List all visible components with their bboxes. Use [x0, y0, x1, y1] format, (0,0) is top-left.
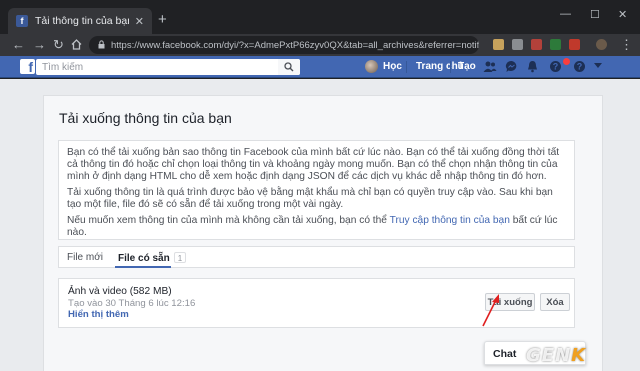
- address-bar[interactable]: https://www.facebook.com/dyi/?x=AdmePxtP…: [89, 36, 479, 54]
- divider: [450, 61, 451, 73]
- menu-dropdown-icon[interactable]: [594, 63, 602, 69]
- download-info-card: Tải xuống thông tin của bạn Bạn có thể t…: [43, 95, 603, 371]
- minimize-button[interactable]: —: [560, 8, 571, 20]
- file-count-badge: 1: [173, 252, 187, 263]
- info-paragraph: Nếu muốn xem thông tin của mình mà không…: [67, 215, 566, 239]
- extension-icon[interactable]: [512, 39, 523, 50]
- delete-button[interactable]: Xóa: [540, 293, 570, 311]
- divider: [406, 61, 407, 73]
- extension-icon[interactable]: [493, 39, 504, 50]
- access-your-info-link[interactable]: Truy cập thông tin của bạn: [390, 215, 510, 226]
- friends-icon[interactable]: [483, 60, 497, 73]
- tab-label: File có sẵn: [118, 253, 170, 264]
- browser-tab[interactable]: f Tải thông tin của bạn xuống ✕: [8, 8, 152, 34]
- extension-icon[interactable]: [569, 39, 580, 50]
- svg-text:?: ?: [577, 62, 583, 72]
- notifications-icon[interactable]: [526, 60, 539, 73]
- active-tab-indicator: [115, 266, 171, 268]
- info-box: Bạn có thể tải xuống bản sao thông tin F…: [58, 140, 575, 240]
- forward-icon[interactable]: →: [33, 37, 46, 52]
- page-body: Tải xuống thông tin của bạn Bạn có thể t…: [0, 79, 640, 371]
- window-close-button[interactable]: ✕: [618, 8, 627, 21]
- search-input[interactable]: [42, 59, 262, 75]
- profile-link[interactable]: Học: [383, 61, 402, 72]
- create-link[interactable]: Tạo: [458, 61, 476, 72]
- page-title: Tải xuống thông tin của bạn: [59, 110, 232, 126]
- svg-text:?: ?: [553, 62, 559, 72]
- search-button[interactable]: [278, 59, 300, 75]
- file-tabs: File mới File có sẵn 1: [58, 246, 575, 268]
- url-text: https://www.facebook.com/dyi/?x=AdmePxtP…: [111, 39, 479, 51]
- info-paragraph: Tải xuống thông tin là quá trình được bả…: [67, 187, 553, 210]
- facebook-favicon-icon: f: [16, 15, 28, 27]
- account-help-icon[interactable]: ?: [573, 60, 586, 73]
- home-icon[interactable]: [70, 38, 83, 51]
- maximize-button[interactable]: ☐: [590, 8, 600, 21]
- avatar[interactable]: [365, 60, 378, 73]
- file-title: Ảnh và video (582 MB): [68, 286, 172, 297]
- menu-dots-icon[interactable]: ⋮: [620, 37, 633, 52]
- facebook-logo-icon[interactable]: f: [20, 59, 35, 74]
- browser-toolbar: ← → ↻ https://www.facebook.com/dyi/?x=Ad…: [0, 34, 640, 56]
- chat-label: Chat: [493, 348, 517, 360]
- help-icon[interactable]: ?: [549, 60, 562, 73]
- watermark-logo: GENK: [526, 345, 587, 366]
- tab-available-files[interactable]: File có sẵn 1: [118, 252, 187, 264]
- extension-icon[interactable]: [531, 39, 542, 50]
- info-paragraph: Bạn có thể tải xuống bản sao thông tin F…: [67, 147, 560, 182]
- file-created-date: Tạo vào 30 Tháng 6 lúc 12:16: [68, 298, 196, 309]
- annotation-arrow-icon: [482, 294, 499, 327]
- info-text: Nếu muốn xem thông tin của mình mà không…: [67, 215, 387, 226]
- messenger-icon[interactable]: [505, 60, 518, 73]
- show-more-link[interactable]: Hiển thị thêm: [68, 309, 129, 320]
- search-box: [36, 59, 300, 75]
- lock-icon: [98, 40, 105, 49]
- back-icon[interactable]: ←: [12, 37, 25, 52]
- browser-tabstrip: f Tải thông tin của bạn xuống ✕ + — ☐ ✕: [0, 0, 640, 34]
- tab-title: Tải thông tin của bạn xuống: [35, 15, 129, 27]
- new-tab-button[interactable]: +: [158, 12, 167, 27]
- notification-badge: [563, 58, 570, 65]
- reload-icon[interactable]: ↻: [53, 37, 64, 52]
- search-icon: [284, 62, 294, 72]
- tab-new-file[interactable]: File mới: [67, 252, 103, 263]
- extension-icon[interactable]: [550, 39, 561, 50]
- facebook-header: f Học Trang chủ Tạo ? ?: [0, 56, 640, 78]
- home-link[interactable]: Trang chủ: [416, 61, 464, 72]
- tab-close-icon[interactable]: ✕: [135, 15, 144, 28]
- profile-avatar-icon[interactable]: [596, 39, 607, 50]
